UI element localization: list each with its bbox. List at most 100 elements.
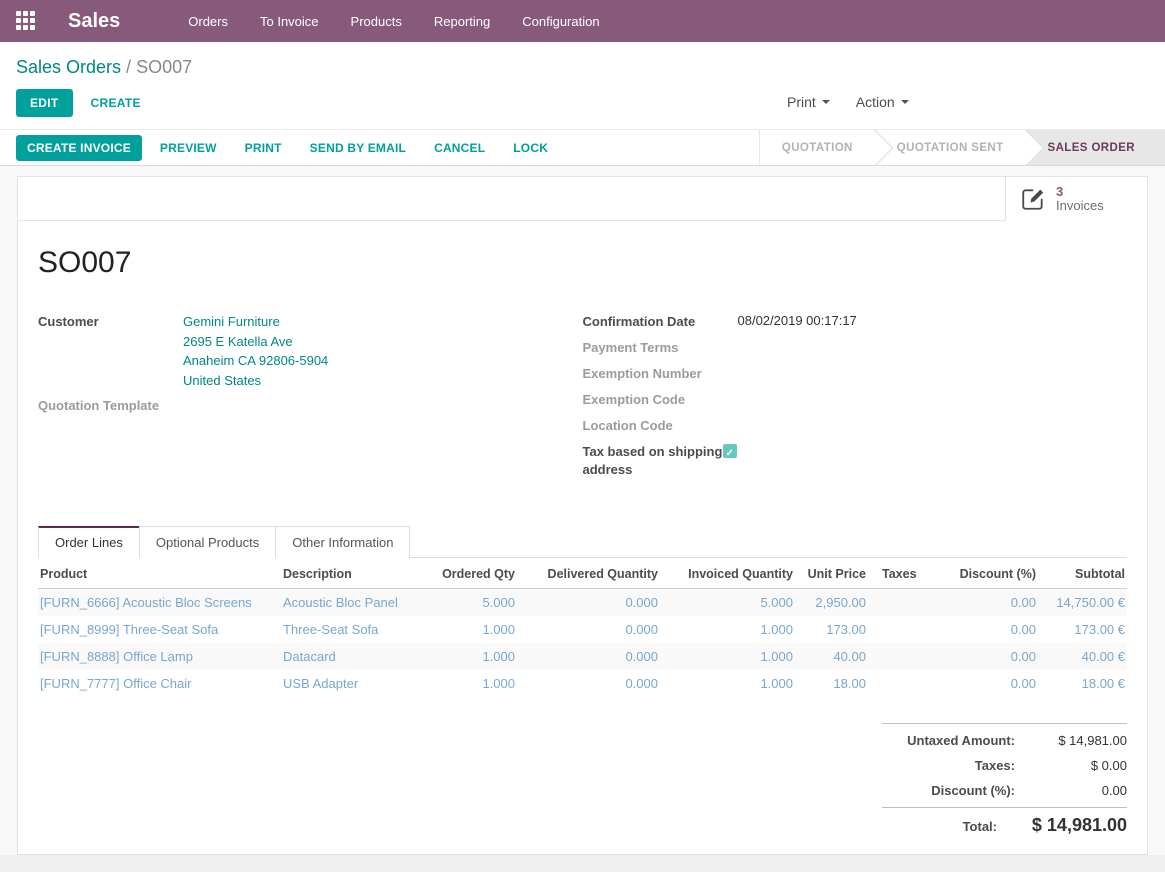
chatter-area <box>0 855 1165 872</box>
cell-ordered-qty: 1.000 <box>431 643 517 670</box>
status-step-quotation[interactable]: QUOTATION <box>760 130 875 165</box>
cell-description: USB Adapter <box>281 670 431 697</box>
cell-unit-price: 173.00 <box>795 616 868 643</box>
notebook-tabs: Order Lines Optional Products Other Info… <box>38 526 1127 558</box>
print-dropdown[interactable]: Print <box>787 94 830 110</box>
cell-unit-price: 40.00 <box>795 643 868 670</box>
menu-configuration[interactable]: Configuration <box>510 8 611 35</box>
cell-discount: 0.00 <box>933 643 1038 670</box>
caret-down-icon <box>901 100 909 104</box>
invoices-count: 3 <box>1056 185 1104 199</box>
cell-ordered-qty: 1.000 <box>431 670 517 697</box>
menu-orders[interactable]: Orders <box>176 8 240 35</box>
cell-ordered-qty: 1.000 <box>431 616 517 643</box>
app-name[interactable]: Sales <box>68 10 120 33</box>
cell-product: [FURN_8888] Office Lamp <box>38 643 281 670</box>
button-box: 3 Invoices <box>18 177 1147 221</box>
cell-invoiced-qty: 1.000 <box>660 616 795 643</box>
col-description: Description <box>281 561 431 589</box>
main-menu: Orders To Invoice Products Reporting Con… <box>176 8 611 35</box>
cell-description: Three-Seat Sofa <box>281 616 431 643</box>
breadcrumb-sales-orders[interactable]: Sales Orders <box>16 57 121 77</box>
group-right: Confirmation Date 08/02/2019 00:17:17 Pa… <box>583 312 1128 486</box>
col-subtotal: Subtotal <box>1038 561 1127 589</box>
cell-product: [FURN_6666] Acoustic Bloc Screens <box>38 589 281 617</box>
discount-total-value: 0.00 <box>1015 783 1127 798</box>
untaxed-amount-value: $ 14,981.00 <box>1015 733 1127 748</box>
confirmation-date-label: Confirmation Date <box>583 312 738 331</box>
create-invoice-button[interactable]: CREATE INVOICE <box>16 135 142 161</box>
cell-unit-price: 2,950.00 <box>795 589 868 617</box>
customer-name-link[interactable]: Gemini Furniture <box>183 312 328 332</box>
tab-optional-products[interactable]: Optional Products <box>139 526 276 558</box>
menu-products[interactable]: Products <box>339 8 414 35</box>
edit-button[interactable]: EDIT <box>16 89 73 117</box>
cell-delivered-qty: 0.000 <box>517 670 660 697</box>
order-line-row[interactable]: [FURN_6666] Acoustic Bloc Screens Acoust… <box>38 589 1127 617</box>
send-by-email-button[interactable]: SEND BY EMAIL <box>300 136 416 160</box>
col-unit-price: Unit Price <box>795 561 868 589</box>
cell-ordered-qty: 5.000 <box>431 589 517 617</box>
cell-delivered-qty: 0.000 <box>517 616 660 643</box>
cell-description: Datacard <box>281 643 431 670</box>
field-groups: Customer Gemini Furniture 2695 E Katella… <box>38 312 1127 486</box>
cell-taxes <box>868 643 933 670</box>
col-product: Product <box>38 561 281 589</box>
cell-delivered-qty: 0.000 <box>517 643 660 670</box>
create-button[interactable]: CREATE <box>79 90 153 116</box>
customer-street-link[interactable]: 2695 E Katella Ave <box>183 332 328 352</box>
print-dropdown-label: Print <box>787 94 816 110</box>
action-dropdown-label: Action <box>856 94 895 110</box>
totals-box: Untaxed Amount: $ 14,981.00 Taxes: $ 0.0… <box>882 723 1127 841</box>
col-ordered-qty: Ordered Qty <box>431 561 517 589</box>
cell-taxes <box>868 589 933 617</box>
invoices-stat-button[interactable]: 3 Invoices <box>1005 177 1147 221</box>
cell-description: Acoustic Bloc Panel <box>281 589 431 617</box>
tax-shipping-checkbox[interactable] <box>723 444 737 458</box>
customer-value: Gemini Furniture 2695 E Katella Ave Anah… <box>183 312 328 390</box>
status-step-quotation-sent[interactable]: QUOTATION SENT <box>875 130 1026 165</box>
cell-product: [FURN_8999] Three-Seat Sofa <box>38 616 281 643</box>
cell-discount: 0.00 <box>933 589 1038 617</box>
menu-reporting[interactable]: Reporting <box>422 8 502 35</box>
order-line-row[interactable]: [FURN_8888] Office Lamp Datacard 1.000 0… <box>38 643 1127 670</box>
edit-note-icon <box>1020 186 1046 212</box>
quotation-template-label: Quotation Template <box>38 396 183 415</box>
invoices-stat-text: 3 Invoices <box>1056 185 1104 213</box>
cell-subtotal: 18.00 € <box>1038 670 1127 697</box>
tab-other-information[interactable]: Other Information <box>275 526 410 558</box>
customer-city-link[interactable]: Anaheim CA 92806-5904 <box>183 351 328 371</box>
page-background: 3 Invoices SO007 Customer Gemini Furnitu… <box>0 166 1165 872</box>
total-value: $ 14,981.00 <box>997 815 1127 836</box>
customer-label: Customer <box>38 312 183 390</box>
action-dropdowns: Print Action <box>787 94 909 110</box>
col-invoiced-qty: Invoiced Quantity <box>660 561 795 589</box>
cell-invoiced-qty: 1.000 <box>660 643 795 670</box>
exemption-number-label: Exemption Number <box>583 364 738 383</box>
tab-order-lines[interactable]: Order Lines <box>38 526 140 558</box>
control-panel: Sales Orders / SO007 EDIT CREATE Print A… <box>0 42 1165 129</box>
apps-grid-icon[interactable] <box>16 11 36 31</box>
cell-product: [FURN_7777] Office Chair <box>38 670 281 697</box>
order-lines-table: Product Description Ordered Qty Delivere… <box>38 561 1127 697</box>
col-discount: Discount (%) <box>933 561 1038 589</box>
cancel-button[interactable]: CANCEL <box>424 136 495 160</box>
status-step-sales-order[interactable]: SALES ORDER <box>1026 130 1165 165</box>
preview-button[interactable]: PREVIEW <box>150 136 227 160</box>
cell-taxes <box>868 670 933 697</box>
cell-invoiced-qty: 1.000 <box>660 670 795 697</box>
breadcrumb-current: SO007 <box>136 57 192 77</box>
col-taxes: Taxes <box>868 561 933 589</box>
cell-delivered-qty: 0.000 <box>517 589 660 617</box>
table-header-row: Product Description Ordered Qty Delivere… <box>38 561 1127 589</box>
form-sheet: 3 Invoices SO007 Customer Gemini Furnitu… <box>17 176 1148 855</box>
order-line-row[interactable]: [FURN_7777] Office Chair USB Adapter 1.0… <box>38 670 1127 697</box>
print-button[interactable]: PRINT <box>235 136 292 160</box>
lock-button[interactable]: LOCK <box>503 136 558 160</box>
payment-terms-label: Payment Terms <box>583 338 738 357</box>
customer-country-link[interactable]: United States <box>183 371 328 391</box>
order-line-row[interactable]: [FURN_8999] Three-Seat Sofa Three-Seat S… <box>38 616 1127 643</box>
action-dropdown[interactable]: Action <box>856 94 909 110</box>
order-title: SO007 <box>38 246 1127 280</box>
menu-to-invoice[interactable]: To Invoice <box>248 8 331 35</box>
